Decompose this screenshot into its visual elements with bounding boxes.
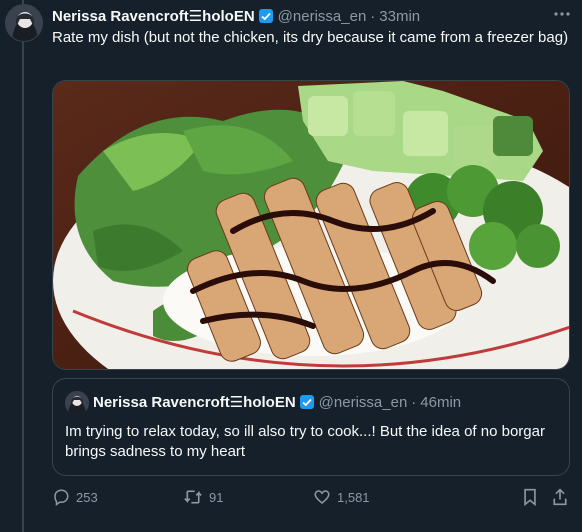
author-avatar[interactable]: [5, 4, 43, 42]
quoted-author-handle[interactable]: @nerissa_en: [319, 394, 408, 411]
verified-badge-icon: [258, 8, 274, 24]
like-count: 1,581: [337, 489, 370, 505]
tweet-photo[interactable]: [52, 80, 570, 370]
like-button[interactable]: 1,581: [313, 486, 370, 508]
retweet-button[interactable]: 91: [183, 486, 223, 508]
thread-line: [22, 0, 24, 532]
tweet-timestamp[interactable]: 33min: [379, 8, 420, 25]
author-handle[interactable]: @nerissa_en: [278, 8, 367, 25]
separator-dot: ·: [411, 393, 417, 411]
quoted-tweet[interactable]: Nerissa Ravencroft☰holoEN @nerissa_en · …: [52, 378, 570, 476]
retweet-count: 91: [209, 489, 224, 505]
quoted-author-name[interactable]: Nerissa Ravencroft☰holoEN: [93, 393, 296, 411]
quoted-timestamp[interactable]: 46min: [420, 394, 461, 411]
bookmark-button[interactable]: [522, 486, 538, 508]
share-button[interactable]: [552, 486, 568, 508]
reply-icon: [52, 488, 70, 506]
like-icon: [313, 488, 331, 506]
quoted-author-avatar[interactable]: [65, 391, 89, 415]
quoted-tweet-header: Nerissa Ravencroft☰holoEN @nerissa_en · …: [93, 392, 559, 412]
separator-dot: ·: [370, 7, 376, 25]
author-name[interactable]: Nerissa Ravencroft☰holoEN: [52, 7, 255, 25]
tweet-header: Nerissa Ravencroft☰holoEN @nerissa_en · …: [52, 6, 572, 26]
bookmark-icon: [522, 488, 538, 506]
reply-count: 253: [76, 489, 98, 505]
more-options-icon[interactable]: [550, 4, 574, 24]
quoted-tweet-text: Im trying to relax today, so ill also tr…: [65, 423, 545, 460]
retweet-icon: [183, 488, 203, 506]
share-icon: [552, 488, 568, 506]
tweet-text: Rate my dish (but not the chicken, its d…: [52, 29, 569, 46]
verified-badge-icon: [299, 394, 315, 410]
tweet-actions-bar: 253 91 1,581: [52, 486, 572, 508]
reply-button[interactable]: 253: [52, 486, 98, 508]
